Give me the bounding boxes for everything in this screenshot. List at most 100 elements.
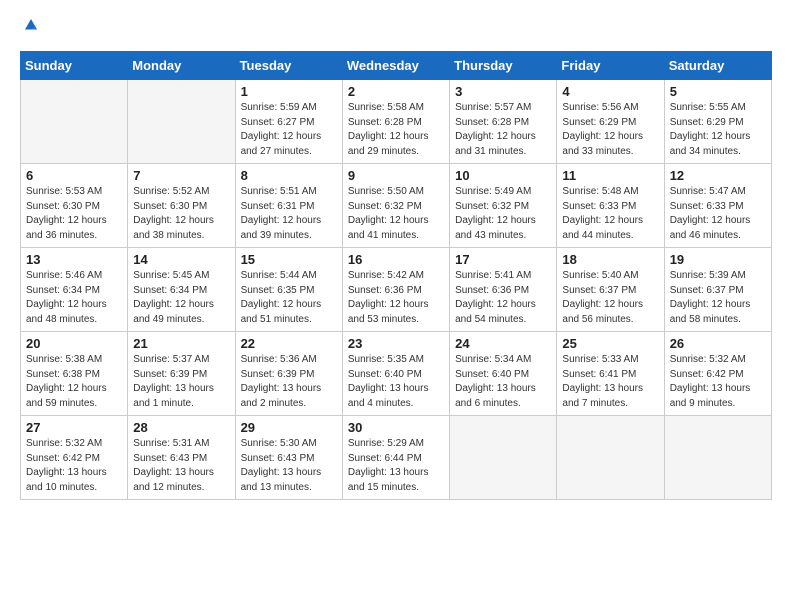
day-number: 19 — [670, 252, 766, 267]
day-info: Sunrise: 5:49 AMSunset: 6:32 PMDaylight:… — [455, 185, 551, 243]
day-info: Sunrise: 5:53 AMSunset: 6:30 PMDaylight:… — [26, 185, 122, 243]
day-info: Sunrise: 5:57 AM Sunset: 6:28 PM Daylight:… — [455, 101, 551, 159]
calendar-cell: 6 Sunrise: 5:53 AMSunset: 6:30 PMDaylight… — [21, 164, 128, 248]
day-number: 15 — [241, 252, 337, 267]
day-info: Sunrise: 5:31 AMSunset: 6:43 PMDaylight:… — [133, 437, 229, 495]
day-number: 16 — [348, 252, 444, 267]
daylight-label: Daylight: 12 hours and 31 minutes. — [455, 131, 536, 157]
calendar-cell — [128, 80, 235, 164]
sunset-label: Sunset: 6:37 PM — [670, 285, 744, 296]
sunset-label: Sunset: 6:32 PM — [348, 201, 422, 212]
sunset-label: Sunset: 6:33 PM — [562, 201, 636, 212]
week-row-5: 27Sunrise: 5:32 AMSunset: 6:42 PMDayligh… — [21, 416, 772, 500]
day-info: Sunrise: 5:33 AMSunset: 6:41 PMDaylight:… — [562, 353, 658, 411]
day-info: Sunrise: 5:45 AMSunset: 6:34 PMDaylight:… — [133, 269, 229, 327]
week-row-4: 20Sunrise: 5:38 AMSunset: 6:38 PMDayligh… — [21, 332, 772, 416]
daylight-label: Daylight: 12 hours and 38 minutes. — [133, 215, 214, 241]
calendar-cell — [21, 80, 128, 164]
daylight-label: Daylight: 12 hours and 48 minutes. — [26, 299, 107, 325]
day-number: 26 — [670, 336, 766, 351]
sunset-label: Sunset: 6:28 PM — [455, 117, 529, 128]
daylight-label: Daylight: 12 hours and 54 minutes. — [455, 299, 536, 325]
calendar-cell — [664, 416, 771, 500]
calendar-cell: 17Sunrise: 5:41 AMSunset: 6:36 PMDayligh… — [450, 248, 557, 332]
daylight-label: Daylight: 13 hours and 2 minutes. — [241, 383, 322, 409]
calendar-cell: 27Sunrise: 5:32 AMSunset: 6:42 PMDayligh… — [21, 416, 128, 500]
calendar-cell: 8Sunrise: 5:51 AMSunset: 6:31 PMDaylight… — [235, 164, 342, 248]
calendar-header-row: SundayMondayTuesdayWednesdayThursdayFrid… — [21, 52, 772, 80]
calendar-cell: 18Sunrise: 5:40 AMSunset: 6:37 PMDayligh… — [557, 248, 664, 332]
day-info: Sunrise: 5:35 AMSunset: 6:40 PMDaylight:… — [348, 353, 444, 411]
day-info: Sunrise: 5:39 AMSunset: 6:37 PMDaylight:… — [670, 269, 766, 327]
day-number: 6 — [26, 168, 122, 183]
sunset-label: Sunset: 6:39 PM — [133, 369, 207, 380]
day-number: 8 — [241, 168, 337, 183]
sunset-label: Sunset: 6:31 PM — [241, 201, 315, 212]
sunset-label: Sunset: 6:34 PM — [26, 285, 100, 296]
sunset-label: Sunset: 6:33 PM — [670, 201, 744, 212]
day-header-wednesday: Wednesday — [342, 52, 449, 80]
sunrise-label: Sunrise: 5:35 AM — [348, 354, 424, 365]
day-info: Sunrise: 5:29 AMSunset: 6:44 PMDaylight:… — [348, 437, 444, 495]
sunrise-label: Sunrise: 5:29 AM — [348, 438, 424, 449]
daylight-label: Daylight: 13 hours and 1 minute. — [133, 383, 214, 409]
sunrise-label: Sunrise: 5:50 AM — [348, 186, 424, 197]
page: SundayMondayTuesdayWednesdayThursdayFrid… — [0, 0, 792, 612]
sunrise-label: Sunrise: 5:31 AM — [133, 438, 209, 449]
daylight-label: Daylight: 12 hours and 49 minutes. — [133, 299, 214, 325]
calendar-cell: 14Sunrise: 5:45 AMSunset: 6:34 PMDayligh… — [128, 248, 235, 332]
day-info: Sunrise: 5:44 AMSunset: 6:35 PMDaylight:… — [241, 269, 337, 327]
sunset-label: Sunset: 6:40 PM — [348, 369, 422, 380]
daylight-label: Daylight: 13 hours and 15 minutes. — [348, 467, 429, 493]
sunset-label: Sunset: 6:35 PM — [241, 285, 315, 296]
calendar-cell: 4Sunrise: 5:56 AMSunset: 6:29 PMDaylight… — [557, 80, 664, 164]
calendar-cell — [450, 416, 557, 500]
sunset-label: Sunset: 6:29 PM — [670, 117, 744, 128]
sunrise-label: Sunrise: 5:51 AM — [241, 186, 317, 197]
sunset-label: Sunset: 6:43 PM — [241, 453, 315, 464]
sunrise-label: Sunrise: 5:40 AM — [562, 270, 638, 281]
daylight-label: Daylight: 12 hours and 34 minutes. — [670, 131, 751, 157]
day-info: Sunrise: 5:34 AMSunset: 6:40 PMDaylight:… — [455, 353, 551, 411]
daylight-label: Daylight: 12 hours and 56 minutes. — [562, 299, 643, 325]
calendar-cell: 26Sunrise: 5:32 AMSunset: 6:42 PMDayligh… — [664, 332, 771, 416]
calendar-cell: 19 Sunrise: 5:39 AMSunset: 6:37 PMDayligh… — [664, 248, 771, 332]
calendar-cell: 1Sunrise: 5:59 AMSunset: 6:27 PMDaylight… — [235, 80, 342, 164]
calendar-cell: 5Sunrise: 5:55 AMSunset: 6:29 PMDaylight… — [664, 80, 771, 164]
sunrise-label: Sunrise: 5:57 AM — [455, 102, 531, 113]
day-info: Sunrise: 5:46 AMSunset: 6:34 PMDaylight:… — [26, 269, 122, 327]
sunrise-label: Sunrise: 5:58 AM — [348, 102, 424, 113]
sunrise-label: Sunrise: 5:30 AM — [241, 438, 317, 449]
calendar-cell: 23Sunrise: 5:35 AMSunset: 6:40 PMDayligh… — [342, 332, 449, 416]
sunrise-label: Sunrise: 5:33 AM — [562, 354, 638, 365]
calendar-cell: 22Sunrise: 5:36 AMSunset: 6:39 PMDayligh… — [235, 332, 342, 416]
day-info: Sunrise: 5:51 AMSunset: 6:31 PMDaylight:… — [241, 185, 337, 243]
sunset-label: Sunset: 6:40 PM — [455, 369, 529, 380]
header — [20, 16, 772, 41]
day-header-thursday: Thursday — [450, 52, 557, 80]
sunset-label: Sunset: 6:43 PM — [133, 453, 207, 464]
sunrise-label: Sunrise: 5:49 AM — [455, 186, 531, 197]
day-info: Sunrise: 5:36 AMSunset: 6:39 PMDaylight:… — [241, 353, 337, 411]
sunset-label: Sunset: 6:39 PM — [241, 369, 315, 380]
sunrise-label: Sunrise: 5:32 AM — [26, 438, 102, 449]
sunrise-label: Sunrise: 5:41 AM — [455, 270, 531, 281]
calendar-cell: 29Sunrise: 5:30 AMSunset: 6:43 PMDayligh… — [235, 416, 342, 500]
day-number: 1 — [241, 84, 337, 99]
sunset-label: Sunset: 6:42 PM — [26, 453, 100, 464]
calendar-cell: 3Sunrise: 5:57 AMSunset: 6:28 PMDaylight… — [450, 80, 557, 164]
day-info: Sunrise: 5:56 AMSunset: 6:29 PMDaylight:… — [562, 101, 658, 159]
sunrise-label: Sunrise: 5:47 AM — [670, 186, 746, 197]
sunset-label: Sunset: 6:29 PM — [562, 117, 636, 128]
logo — [20, 16, 40, 41]
day-info: Sunrise: 5:55 AMSunset: 6:29 PMDaylight:… — [670, 101, 766, 159]
day-number: 30 — [348, 420, 444, 435]
sunrise-label: Sunrise: 5:56 AM — [562, 102, 638, 113]
sunset-label: Sunset: 6:30 PM — [26, 201, 100, 212]
daylight-label: Daylight: 12 hours and 41 minutes. — [348, 215, 429, 241]
sunset-label: Sunset: 6:41 PM — [562, 369, 636, 380]
sunrise-label: Sunrise: 5:59 AM — [241, 102, 317, 113]
daylight-label: Daylight: 12 hours and 46 minutes. — [670, 215, 751, 241]
day-info: Sunrise: 5:30 AMSunset: 6:43 PMDaylight:… — [241, 437, 337, 495]
day-info: Sunrise: 5:50 AM Sunset: 6:32 PM Daylight:… — [348, 185, 444, 243]
